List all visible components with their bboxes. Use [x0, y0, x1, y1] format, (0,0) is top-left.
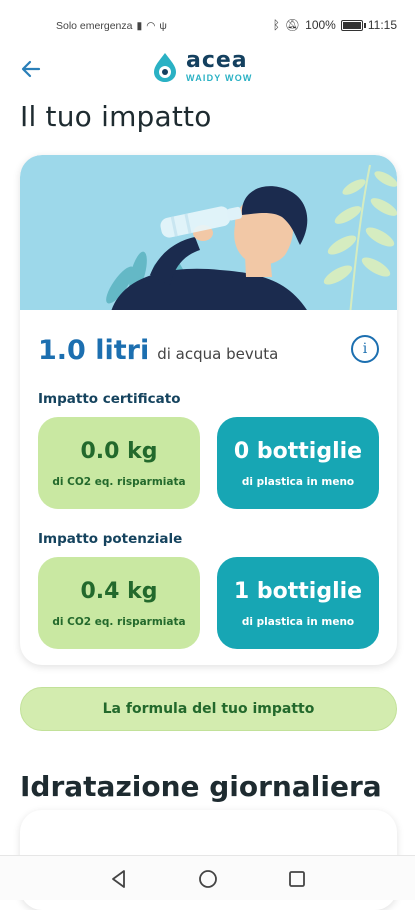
certified-bottles-tile: 0 bottiglie di plastica in meno	[217, 417, 379, 509]
usb-icon: ψ	[159, 20, 167, 32]
logo-text: acea WAIDY WOW	[186, 50, 253, 83]
impact-card: 1.0 litri di acqua bevuta i Impatto cert…	[20, 155, 397, 665]
page-title: Il tuo impatto	[20, 100, 212, 133]
certified-co2-value: 0.0 kg	[80, 438, 158, 464]
water-drop-logo-icon	[154, 52, 176, 82]
circle-home-icon	[199, 870, 217, 888]
app-logo: acea WAIDY WOW	[150, 50, 253, 83]
square-recents-icon	[289, 871, 305, 887]
triangle-back-icon	[112, 870, 125, 888]
status-right: ᛒ 🔕︎ 100% 11:15	[273, 18, 397, 32]
nav-back-button[interactable]	[108, 868, 130, 890]
person-drinking-illustration	[106, 164, 397, 310]
back-arrow-icon	[21, 60, 41, 78]
drinking-illustration	[20, 155, 397, 310]
status-left: Solo emergenza ▮ ◠ ψ	[56, 20, 167, 32]
mute-icon: 🔕︎	[284, 18, 301, 32]
clock: 11:15	[367, 18, 397, 32]
certified-co2-tile: 0.0 kg di CO2 eq. risparmiata	[38, 417, 200, 509]
app-header: acea WAIDY WOW	[0, 50, 415, 90]
info-icon: i	[362, 341, 368, 357]
back-button[interactable]	[16, 54, 46, 84]
hydration-title: Idratazione giornaliera	[20, 770, 382, 803]
liters-caption: di acqua bevuta	[157, 345, 279, 363]
potential-co2-caption: di CO2 eq. risparmiata	[52, 615, 186, 628]
potential-co2-value: 0.4 kg	[80, 578, 158, 604]
nav-home-button[interactable]	[197, 868, 219, 890]
status-bar: Solo emergenza ▮ ◠ ψ ᛒ 🔕︎ 100% 11:15	[0, 0, 415, 52]
signal-icon: ▮	[136, 20, 143, 32]
potential-label: Impatto potenziale	[38, 531, 183, 547]
carrier-text: Solo emergenza	[56, 20, 133, 32]
potential-bottles-caption: di plastica in meno	[241, 615, 355, 628]
logo-subtitle: WAIDY WOW	[186, 73, 253, 83]
certified-co2-caption: di CO2 eq. risparmiata	[52, 475, 186, 488]
potential-bottles-value: 1 bottiglie	[233, 578, 363, 604]
impact-formula-button[interactable]: La formula del tuo impatto	[20, 687, 397, 731]
wifi-icon: ◠	[146, 20, 156, 32]
system-nav-bar	[0, 855, 415, 900]
liters-value: 1.0 litri	[38, 335, 150, 366]
certified-bottles-caption: di plastica in meno	[241, 475, 355, 488]
nav-recents-button[interactable]	[286, 868, 308, 890]
potential-co2-tile: 0.4 kg di CO2 eq. risparmiata	[38, 557, 200, 649]
certified-label: Impatto certificato	[38, 391, 181, 407]
info-button[interactable]: i	[351, 335, 379, 363]
liters-row: 1.0 litri di acqua bevuta	[38, 335, 278, 366]
bluetooth-icon: ᛒ	[272, 18, 280, 32]
battery-percent: 100%	[305, 18, 336, 32]
potential-bottles-tile: 1 bottiglie di plastica in meno	[217, 557, 379, 649]
certified-bottles-value: 0 bottiglie	[233, 438, 363, 464]
battery-icon	[340, 19, 366, 31]
logo-name: acea	[186, 48, 248, 73]
